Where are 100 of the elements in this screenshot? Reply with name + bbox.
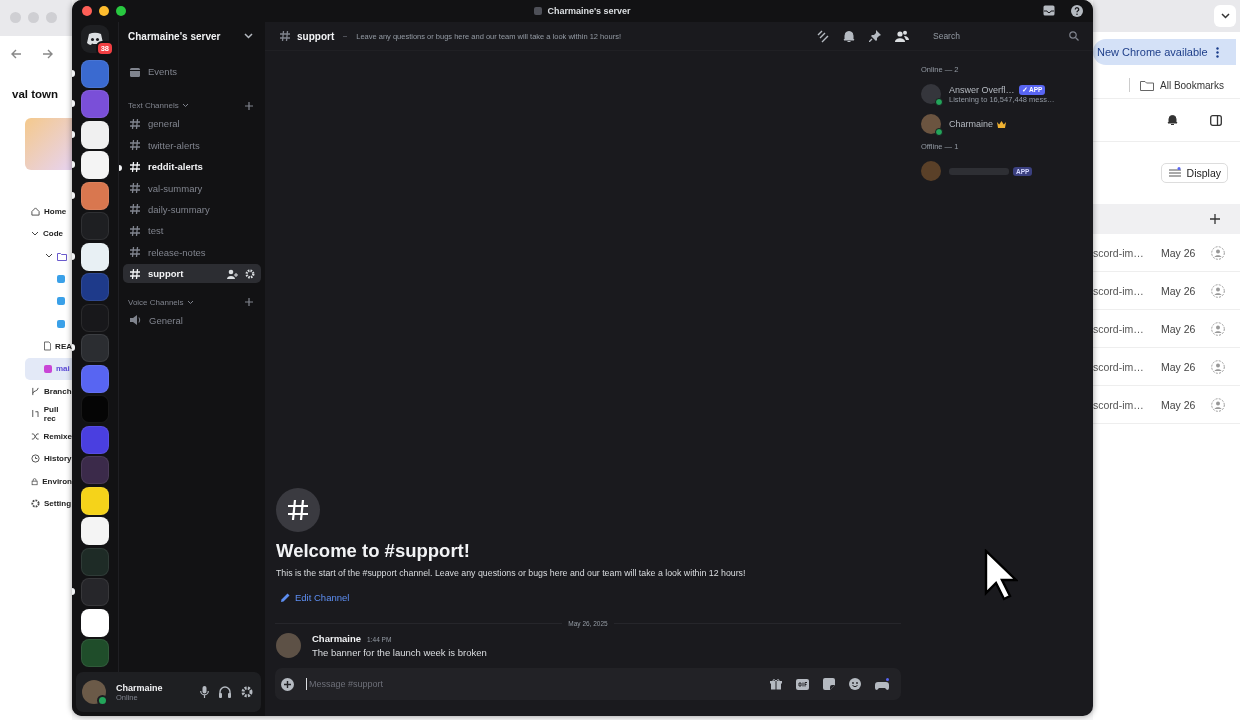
gamepad-icon[interactable] xyxy=(875,677,889,691)
search-field[interactable]: Search xyxy=(931,30,1069,42)
members-icon[interactable] xyxy=(895,30,909,42)
server-icon xyxy=(534,7,543,15)
file-icon xyxy=(57,297,65,306)
emoji-icon[interactable] xyxy=(849,678,861,690)
add-icon[interactable] xyxy=(1210,214,1220,224)
category-header[interactable]: Text Channels xyxy=(128,101,189,110)
update-button[interactable]: New Chrome available xyxy=(1093,39,1236,65)
sidebar-item[interactable]: History xyxy=(0,447,72,470)
sidebar-item[interactable]: Code xyxy=(0,222,72,245)
headphones-icon[interactable] xyxy=(219,686,231,698)
illustration-drawing xyxy=(25,118,72,170)
sidebar-item[interactable]: mai xyxy=(25,357,72,380)
sidebar-item[interactable]: Setting xyxy=(0,492,72,515)
channel-item[interactable]: daily-summary xyxy=(123,199,261,219)
hash-icon xyxy=(279,30,291,42)
sidebar-item[interactable]: Environ xyxy=(0,470,72,493)
channel-item[interactable]: val-summary xyxy=(123,178,261,198)
pin-icon[interactable] xyxy=(869,30,881,42)
date-label: May 26 xyxy=(1161,360,1197,373)
user-icon xyxy=(1211,397,1225,412)
user-icon xyxy=(1211,359,1225,374)
add-icon[interactable] xyxy=(245,101,253,110)
invite-icon[interactable] xyxy=(227,268,238,279)
server-icon[interactable] xyxy=(81,486,109,515)
sidebar-toggle-icon[interactable] xyxy=(1210,114,1222,126)
hash-icon xyxy=(129,224,141,237)
back-icon[interactable] xyxy=(10,48,22,60)
sidebar-item[interactable]: Remixe xyxy=(0,425,72,448)
user-icon xyxy=(1211,245,1225,260)
channel-item[interactable]: reddit-alerts xyxy=(123,157,261,177)
message-composer[interactable]: Message #support xyxy=(275,668,901,700)
user-icon xyxy=(1211,321,1225,336)
hash-icon xyxy=(129,267,141,280)
sidebar-item[interactable]: REA xyxy=(0,335,72,358)
sidebar-item[interactable]: Branch xyxy=(0,380,72,403)
bell-icon[interactable] xyxy=(1167,114,1178,126)
server-icon[interactable] xyxy=(81,120,109,149)
welcome-text: This is the start of the #support channel. Leave any questions or bugs here and our team will take a look within 12 hours! xyxy=(276,568,747,578)
server-icon[interactable] xyxy=(81,151,109,179)
lock-icon xyxy=(31,476,39,486)
settings-icon xyxy=(31,499,40,509)
message-author[interactable]: Charmaine xyxy=(312,633,362,644)
search-icon xyxy=(1069,31,1079,41)
hash-icon xyxy=(129,117,141,130)
bookmarks-button[interactable]: All Bookmarks xyxy=(1140,79,1224,91)
sidebar-item-label: REA xyxy=(55,341,72,351)
tab-list-button[interactable] xyxy=(1214,5,1236,27)
hash-icon xyxy=(129,203,141,216)
server-icon[interactable] xyxy=(81,608,109,637)
gift-icon[interactable] xyxy=(770,678,782,690)
inbox-icon[interactable] xyxy=(1043,5,1055,16)
maximize-button[interactable] xyxy=(116,6,126,16)
category-header[interactable]: Voice Channels xyxy=(128,297,194,307)
sidebar-item-label: Remixe xyxy=(43,431,72,441)
forward-icon[interactable] xyxy=(42,48,54,60)
minimize-button[interactable] xyxy=(99,6,109,16)
bell-icon[interactable] xyxy=(843,29,855,43)
sidebar-item[interactable]: Pull rec xyxy=(0,402,72,425)
channel-item[interactable]: release-notes xyxy=(123,242,261,262)
microphone-icon[interactable] xyxy=(200,686,209,698)
settings-icon[interactable] xyxy=(245,268,255,279)
hash-icon xyxy=(129,182,141,195)
member-item[interactable]: Charmaine xyxy=(921,110,1089,138)
threads-icon[interactable] xyxy=(816,29,829,43)
avatar[interactable] xyxy=(82,680,106,704)
events-item[interactable]: Events xyxy=(123,62,261,81)
message-field[interactable]: Message #support xyxy=(306,678,758,690)
sliders-icon xyxy=(1167,167,1182,179)
channel-item[interactable]: general xyxy=(123,114,261,134)
server-icon[interactable] xyxy=(81,517,109,545)
sidebar-item-label: Setting xyxy=(44,499,72,509)
server-icon[interactable] xyxy=(81,181,109,210)
channel-item[interactable]: twitter-alerts xyxy=(123,135,261,155)
add-icon[interactable] xyxy=(245,298,253,306)
site-title: val town xyxy=(11,87,59,100)
settings-icon[interactable] xyxy=(241,686,253,698)
hash-icon xyxy=(129,160,141,173)
help-icon[interactable] xyxy=(1071,5,1083,17)
sidebar-item-label: mai xyxy=(56,364,70,374)
channel-item[interactable]: support xyxy=(123,264,261,284)
gif-icon[interactable] xyxy=(796,678,809,690)
edit-channel-link[interactable]: Edit Channel xyxy=(281,592,350,603)
welcome-title: Welcome to #support! xyxy=(276,540,471,562)
server-icon[interactable] xyxy=(81,242,109,271)
chevron-down-icon xyxy=(244,33,253,39)
display-button[interactable]: Display xyxy=(1160,163,1228,183)
sticker-icon[interactable] xyxy=(823,678,835,690)
sidebar-item-label: History xyxy=(44,454,72,464)
chevron-icon xyxy=(181,103,189,108)
add-icon[interactable] xyxy=(281,677,294,691)
channel-item[interactable]: test xyxy=(123,221,261,241)
sidebar-item-label: Code xyxy=(43,229,63,239)
chevron-icon xyxy=(31,229,39,238)
sidebar-item[interactable]: Home xyxy=(0,200,72,223)
channel-item[interactable]: General xyxy=(123,310,261,330)
sidebar-item-label: Environ xyxy=(42,476,72,486)
server-name-button[interactable]: Charmaine's server xyxy=(123,22,261,50)
close-button[interactable] xyxy=(82,6,92,16)
